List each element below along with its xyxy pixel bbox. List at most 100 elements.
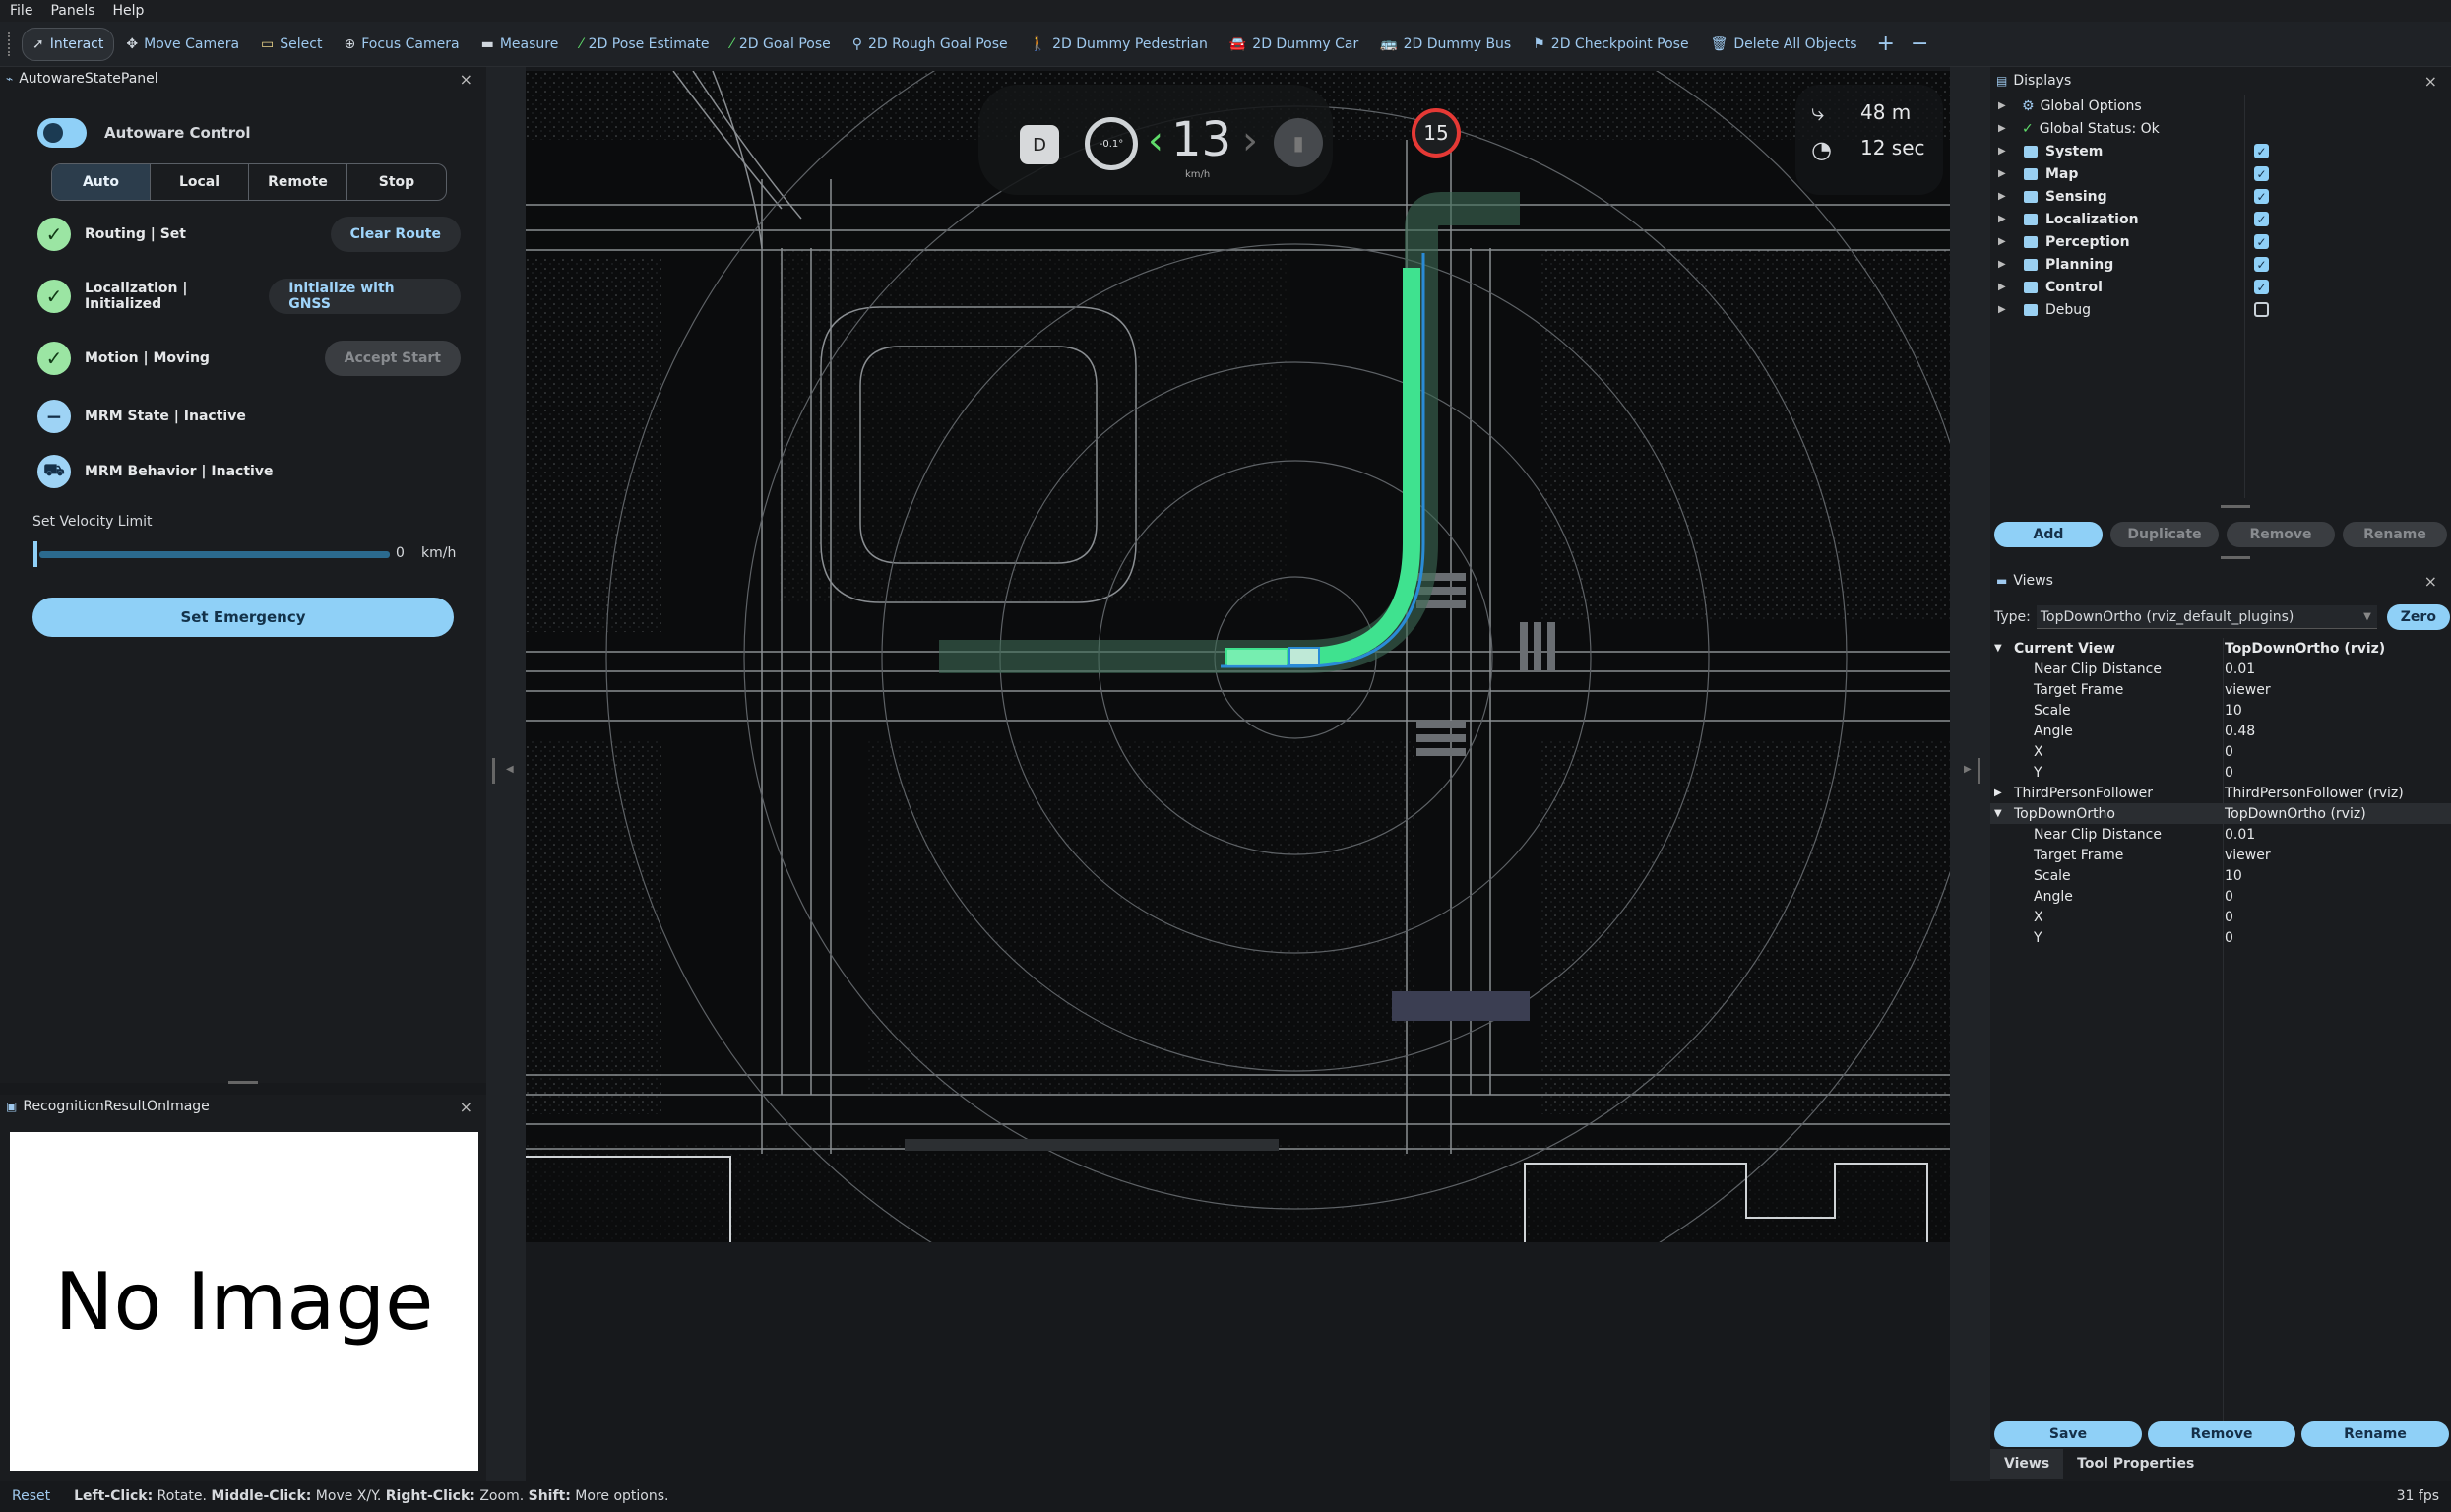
remove-view-button[interactable]: Remove: [2148, 1421, 2295, 1447]
menu-panels[interactable]: Panels: [50, 3, 94, 19]
left-splitter[interactable]: ◀: [486, 67, 526, 1480]
collapse-icon[interactable]: ▼: [1994, 643, 2002, 654]
view-row-x[interactable]: X0: [1990, 907, 2451, 927]
display-item-sensing[interactable]: ▶ Sensing ✓: [1990, 185, 2451, 208]
visibility-checkbox[interactable]: ✓: [2254, 144, 2269, 158]
menu-file[interactable]: File: [10, 3, 32, 19]
chevron-left-icon[interactable]: ◀: [506, 764, 514, 775]
expand-icon[interactable]: ▶: [1998, 214, 2010, 224]
initialize-gnss-button[interactable]: Initialize with GNSS: [269, 279, 461, 314]
expand-icon[interactable]: ▶: [1994, 788, 2002, 798]
chevron-right-icon[interactable]: ▶: [1964, 764, 1972, 775]
tool-2d-goal-pose[interactable]: ⁄ 2D Goal Pose: [722, 28, 841, 61]
tool-2d-pose-estimate[interactable]: ⁄ 2D Pose Estimate: [570, 28, 719, 61]
tool-2d-checkpoint-pose[interactable]: ⚑ 2D Checkpoint Pose: [1523, 28, 1698, 61]
splitter-handle[interactable]: [1978, 758, 1980, 784]
velocity-limit-slider[interactable]: [33, 541, 390, 567]
remove-tool-button[interactable]: −: [1911, 32, 1928, 56]
splitter-handle[interactable]: [492, 758, 495, 784]
view-row-current-view[interactable]: ▼ Current View TopDownOrtho (rviz): [1990, 638, 2451, 659]
reset-button[interactable]: Reset: [12, 1488, 50, 1504]
visibility-checkbox[interactable]: ✓: [2254, 257, 2269, 272]
view-row-near-clip[interactable]: Near Clip Distance 0.01: [1990, 659, 2451, 679]
view-row-y[interactable]: Y0: [1990, 927, 2451, 948]
slider-handle[interactable]: [33, 541, 37, 567]
expand-icon[interactable]: ▶: [1998, 236, 2010, 247]
menu-help[interactable]: Help: [113, 3, 145, 19]
display-item-localization[interactable]: ▶ Localization ✓: [1990, 208, 2451, 230]
add-tool-button[interactable]: +: [1877, 32, 1895, 56]
display-item-global-options[interactable]: ▶ ⚙ Global Options: [1990, 94, 2451, 117]
tool-delete-all-objects[interactable]: 🗑 Delete All Objects: [1701, 28, 1867, 61]
mode-auto-button[interactable]: Auto: [52, 164, 151, 200]
visibility-checkbox[interactable]: ✓: [2254, 280, 2269, 294]
view-type-dropdown[interactable]: TopDownOrtho (rviz_default_plugins) ▼: [2036, 605, 2377, 629]
tool-interact[interactable]: ➚ Interact: [22, 27, 115, 61]
remove-display-button[interactable]: Remove: [2227, 522, 2335, 547]
display-item-perception[interactable]: ▶ Perception ✓: [1990, 230, 2451, 253]
expand-icon[interactable]: ▶: [1998, 259, 2010, 270]
right-splitter[interactable]: ▶: [1950, 67, 1990, 1480]
accept-start-button[interactable]: Accept Start: [324, 341, 461, 376]
collapse-icon[interactable]: ▼: [1994, 808, 2002, 819]
visibility-checkbox[interactable]: ✓: [2254, 212, 2269, 226]
view-row-top-down-ortho[interactable]: ▼ TopDownOrtho TopDownOrtho (rviz): [1990, 803, 2451, 824]
map-render[interactable]: [526, 71, 1950, 1242]
view-row-target-frame[interactable]: Target Frame viewer: [1990, 679, 2451, 700]
tool-2d-dummy-pedestrian[interactable]: 🚶 2D Dummy Pedestrian: [1020, 28, 1218, 61]
mode-local-button[interactable]: Local: [151, 164, 249, 200]
view-row-target-frame[interactable]: Target Frame viewer: [1990, 845, 2451, 865]
tool-focus-camera[interactable]: ⊕ Focus Camera: [334, 28, 469, 61]
tool-move-camera[interactable]: ✥ Move Camera: [116, 28, 249, 61]
view-row-angle[interactable]: Angle 0: [1990, 886, 2451, 907]
display-item-global-status[interactable]: ▶ ✓ Global Status: Ok: [1990, 117, 2451, 140]
view-row-y[interactable]: Y0: [1990, 762, 2451, 783]
close-icon[interactable]: ×: [460, 70, 472, 89]
close-icon[interactable]: ×: [2424, 72, 2437, 91]
view-row-x[interactable]: X0: [1990, 741, 2451, 762]
expand-icon[interactable]: ▶: [1998, 304, 2010, 315]
tool-2d-dummy-bus[interactable]: 🚌 2D Dummy Bus: [1370, 28, 1521, 61]
display-item-system[interactable]: ▶ System ✓: [1990, 140, 2451, 162]
tab-views[interactable]: Views: [1990, 1449, 2064, 1479]
rename-view-button[interactable]: Rename: [2301, 1421, 2449, 1447]
view-row-scale[interactable]: Scale 10: [1990, 865, 2451, 886]
display-item-debug[interactable]: ▶ Debug: [1990, 298, 2451, 321]
toolbar-grip-handle[interactable]: [8, 32, 16, 56]
tool-2d-rough-goal-pose[interactable]: ⚲ 2D Rough Goal Pose: [843, 28, 1018, 61]
view-row-angle[interactable]: Angle 0.48: [1990, 721, 2451, 741]
expand-icon[interactable]: ▶: [1998, 191, 2010, 202]
expand-icon[interactable]: ▶: [1998, 168, 2010, 179]
expand-icon[interactable]: ▶: [1998, 123, 2010, 134]
visibility-checkbox[interactable]: ✓: [2254, 189, 2269, 204]
autoware-control-toggle[interactable]: [37, 118, 87, 148]
close-icon[interactable]: ×: [2424, 572, 2437, 591]
add-display-button[interactable]: Add: [1994, 522, 2103, 547]
splitter-handle[interactable]: [2221, 505, 2250, 508]
save-view-button[interactable]: Save: [1994, 1421, 2142, 1447]
tool-2d-dummy-car[interactable]: 🚘 2D Dummy Car: [1220, 28, 1368, 61]
view-row-scale[interactable]: Scale 10: [1990, 700, 2451, 721]
set-emergency-button[interactable]: Set Emergency: [32, 598, 454, 637]
mode-stop-button[interactable]: Stop: [347, 164, 446, 200]
expand-icon[interactable]: ▶: [1998, 100, 2010, 111]
expand-icon[interactable]: ▶: [1998, 146, 2010, 157]
clear-route-button[interactable]: Clear Route: [330, 217, 461, 252]
visibility-checkbox[interactable]: ✓: [2254, 166, 2269, 181]
display-item-planning[interactable]: ▶ Planning ✓: [1990, 253, 2451, 276]
display-item-control[interactable]: ▶ Control ✓: [1990, 276, 2451, 298]
close-icon[interactable]: ×: [460, 1098, 472, 1116]
mode-remote-button[interactable]: Remote: [249, 164, 347, 200]
3d-viewport[interactable]: D -0.1° ‹ 13 km/h › ▮ 15 ⤷ 48 m ◔ 12 sec: [526, 71, 1950, 1242]
splitter-handle[interactable]: [2221, 556, 2250, 559]
panel-splitter-handle[interactable]: [228, 1081, 258, 1084]
visibility-checkbox[interactable]: [2254, 302, 2269, 317]
duplicate-display-button[interactable]: Duplicate: [2110, 522, 2219, 547]
tab-tool-properties[interactable]: Tool Properties: [2063, 1449, 2208, 1479]
view-row-near-clip[interactable]: Near Clip Distance 0.01: [1990, 824, 2451, 845]
tool-measure[interactable]: ▬ Measure: [471, 28, 569, 61]
display-item-map[interactable]: ▶ Map ✓: [1990, 162, 2451, 185]
expand-icon[interactable]: ▶: [1998, 282, 2010, 292]
view-row-third-person-follower[interactable]: ▶ ThirdPersonFollower ThirdPersonFollower …: [1990, 783, 2451, 803]
rename-display-button[interactable]: Rename: [2343, 522, 2447, 547]
